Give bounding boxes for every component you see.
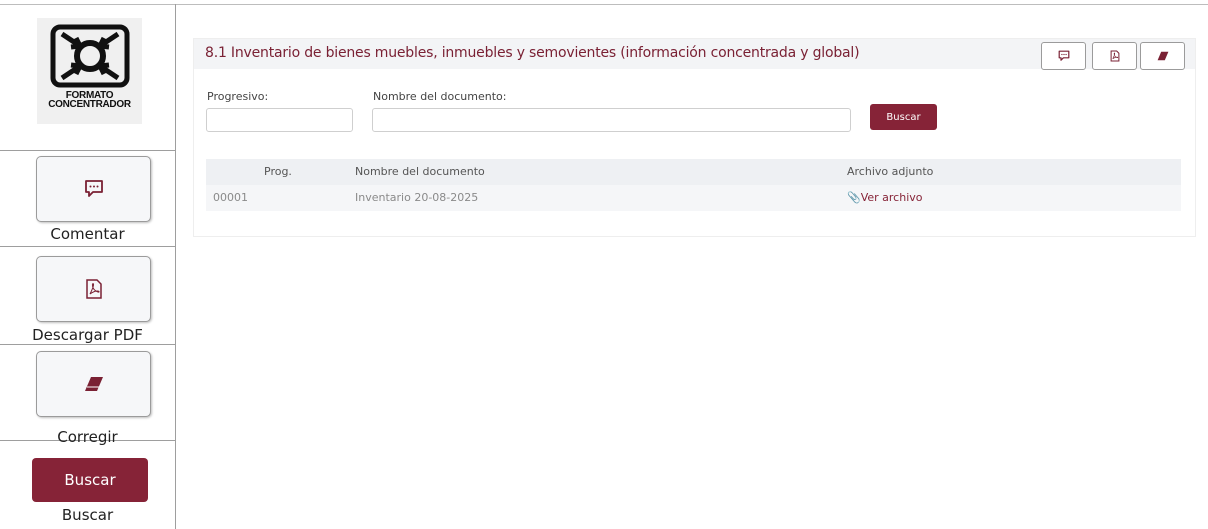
legend-comment-cell: Comentar [0,150,175,247]
ver-archivo-link[interactable]: 📎Ver archivo [847,191,923,204]
header-pdf-button[interactable] [1092,42,1137,70]
column-header-archivo: Archivo adjunto [847,165,934,178]
header-comment-button[interactable] [1041,42,1086,70]
comment-icon [84,180,103,197]
panel-title: 8.1 Inventario de bienes muebles, inmueb… [205,45,860,61]
table-header: Prog. Nombre del documento Archivo adjun… [206,159,1181,185]
header-correct-button[interactable] [1140,42,1185,70]
panel-header: 8.1 Inventario de bienes muebles, inmueb… [194,39,1195,70]
legend-search-label: Buscar [61,506,114,524]
legend-correct-label: Corregir [57,428,118,446]
top-border [0,4,1208,5]
nombre-label: Nombre del documento: [373,90,507,103]
column-header-nombre: Nombre del documento [355,165,485,178]
nombre-input[interactable] [372,108,851,132]
pdf-icon [85,279,102,299]
legend-comment-button[interactable] [36,156,151,222]
formato-concentrador-logo: FORMATO CONCENTRADOR [37,18,142,124]
legend-search-button[interactable]: Buscar [32,458,148,502]
logo-text-line-2: CONCENTRADOR [48,99,131,110]
legend-comment-label: Comentar [50,225,125,243]
search-button[interactable]: Buscar [870,104,937,130]
column-header-prog: Prog. [264,165,292,178]
legend-column: FORMATO CONCENTRADOR Comentar Descargar … [0,4,176,529]
eraser-icon [84,377,103,391]
table-row: 00001 Inventario 20-08-2025 📎Ver archivo [206,185,1181,211]
legend-correct-button[interactable] [36,351,151,417]
progresivo-input[interactable] [206,108,353,132]
legend-pdf-cell: Descargar PDF [0,246,175,345]
cell-prog: 00001 [213,191,248,204]
legend-logo-cell: FORMATO CONCENTRADOR [0,4,175,151]
eraser-icon [1157,51,1168,61]
legend-correct-cell: Corregir [0,344,175,446]
legend-pdf-label: Descargar PDF [32,326,143,344]
comment-icon [1058,50,1069,61]
inventory-panel: 8.1 Inventario de bienes muebles, inmueb… [193,38,1196,237]
progresivo-label: Progresivo: [207,90,269,103]
legend-pdf-button[interactable] [36,256,151,322]
concentrator-arrows-icon [50,24,130,88]
pdf-icon [1110,50,1119,62]
cell-nombre: Inventario 20-08-2025 [355,191,479,204]
